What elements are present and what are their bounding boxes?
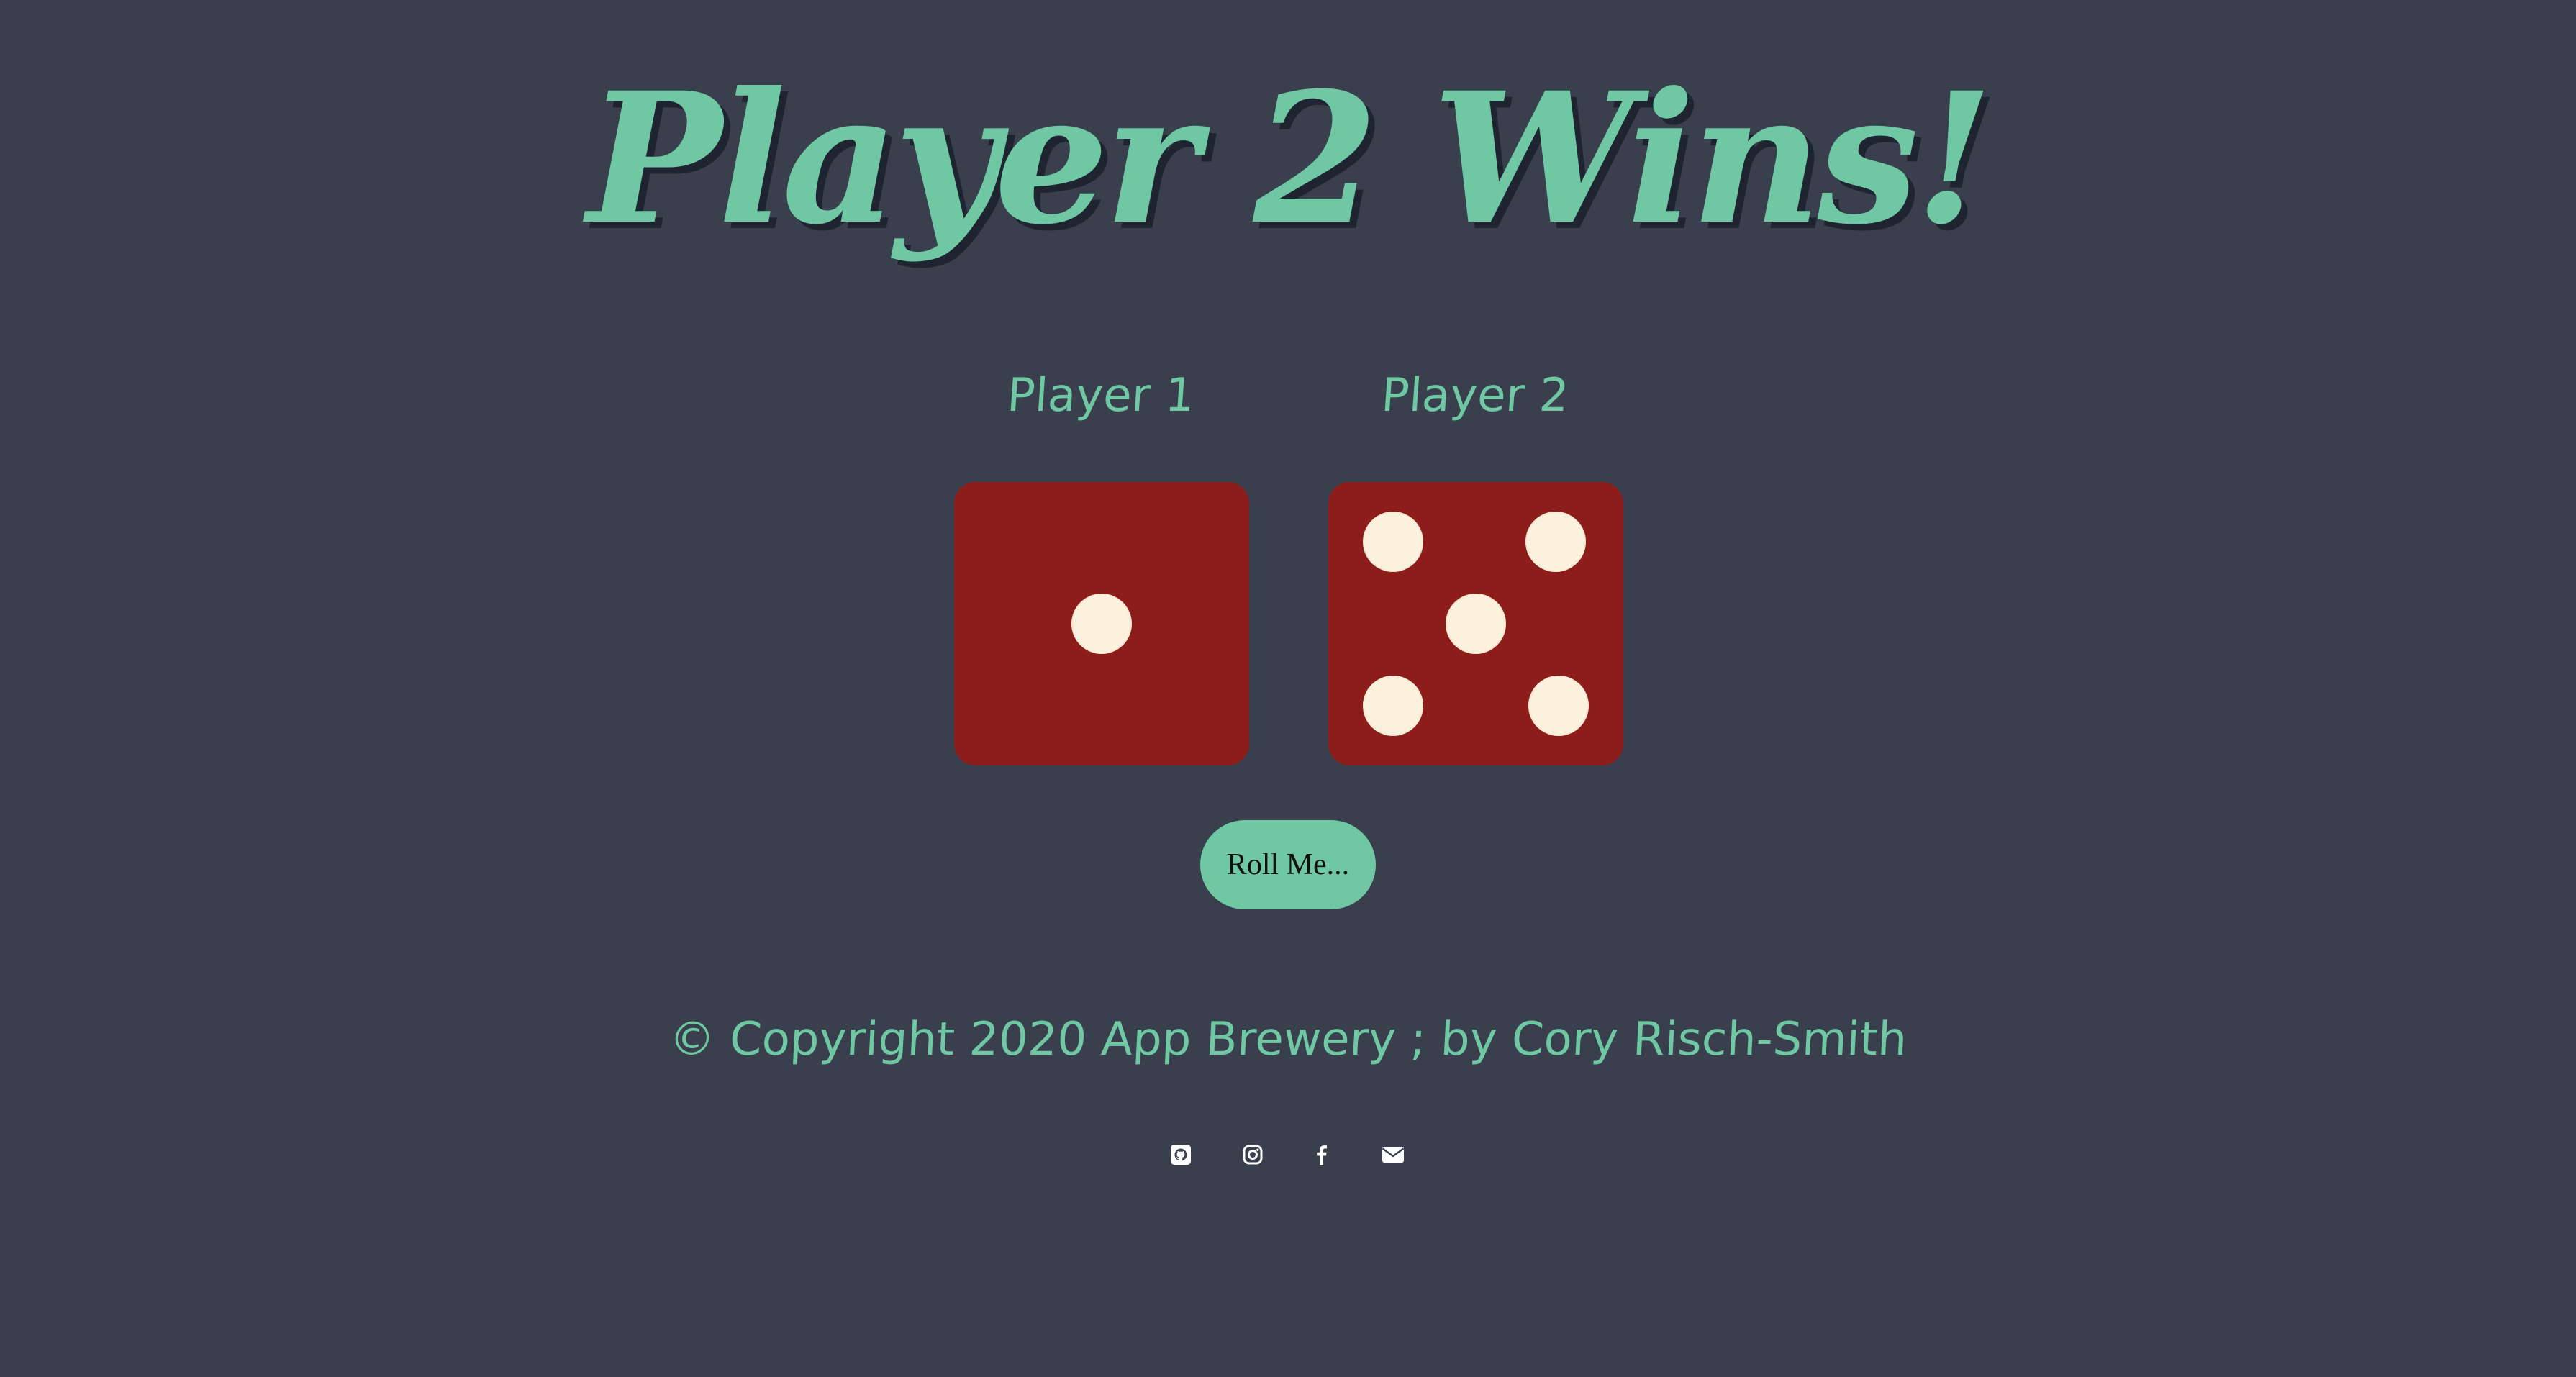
social-links: [0, 1133, 2576, 1176]
dice-game-page: Player 2 Wins! Player 1 Player 2 Roll Me…: [0, 0, 2576, 1377]
die-pip: [1071, 594, 1132, 654]
instagram-link[interactable]: [1231, 1133, 1274, 1176]
player-1-label: Player 1: [1005, 369, 1197, 422]
player-1-die: [954, 482, 1249, 765]
copyright-text: © Copyright 2020 App Brewery ; by Cory R…: [667, 1013, 1909, 1066]
player-2-die: [1328, 482, 1623, 765]
github-icon: [1171, 1145, 1191, 1165]
instagram-icon: [1243, 1145, 1263, 1165]
facebook-icon: [1317, 1145, 1327, 1165]
die-pip: [1528, 676, 1589, 737]
player-2-label: Player 2: [1379, 369, 1571, 422]
die-pip: [1363, 676, 1424, 737]
winner-heading: Player 2 Wins!: [586, 53, 1994, 264]
die-pip: [1446, 594, 1506, 654]
email-link[interactable]: [1371, 1133, 1415, 1176]
facebook-link[interactable]: [1300, 1133, 1343, 1176]
github-link[interactable]: [1159, 1133, 1202, 1176]
die-pip: [1363, 511, 1424, 572]
roll-button[interactable]: Roll Me...: [1200, 820, 1376, 909]
email-icon: [1382, 1147, 1405, 1163]
die-pip: [1525, 511, 1586, 572]
